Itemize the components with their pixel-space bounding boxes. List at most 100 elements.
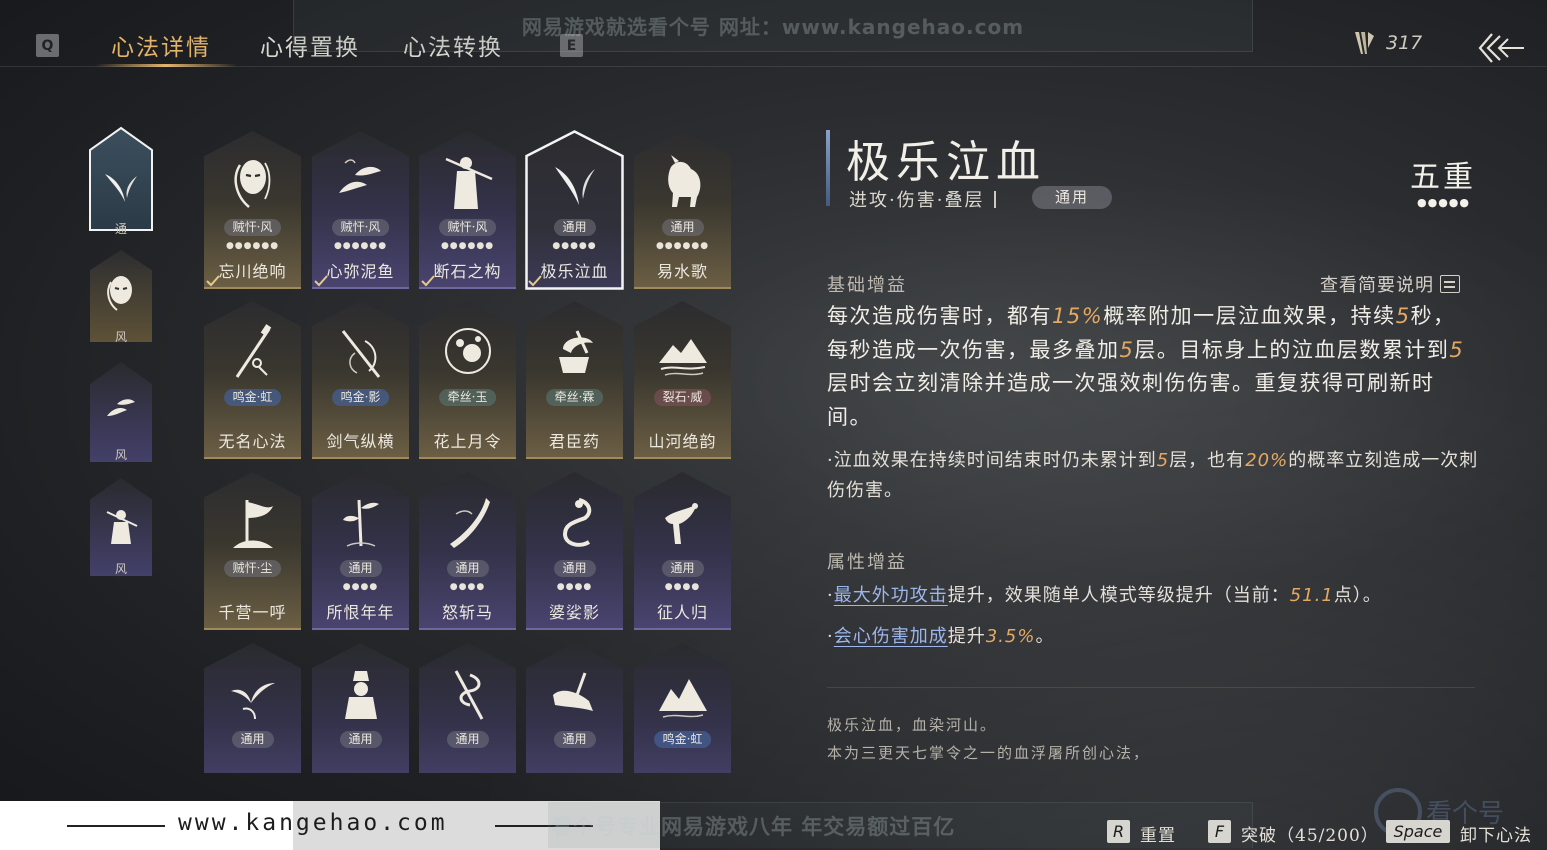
side-slot-label: 通 xyxy=(114,222,127,236)
skill-title: 极乐泣血 xyxy=(846,137,1046,188)
skill-card[interactable]: 通用 xyxy=(526,643,623,773)
card-name: 千营一呼 xyxy=(218,603,287,622)
skill-card[interactable]: 牵丝·玉 花上月令 xyxy=(419,301,516,459)
back-arrow-icon[interactable] xyxy=(1478,30,1526,66)
white-horse-icon xyxy=(668,155,701,207)
attribute-line-2: ·会心伤害加成提升3.5%。 xyxy=(827,622,1054,648)
attr-text: 提升 xyxy=(947,626,986,647)
side-slot-3[interactable]: 风 xyxy=(90,362,152,462)
side-slot-4[interactable]: 风 xyxy=(90,478,152,576)
card-faction-tag: 通用 xyxy=(339,731,382,748)
key-hint-r[interactable]: R xyxy=(1107,820,1130,843)
skill-card[interactable]: 通用 ●●●● 征人归 xyxy=(634,472,731,630)
sub-highlight: 20% xyxy=(1245,450,1289,471)
side-slot-2[interactable]: 风 xyxy=(90,250,152,344)
attr-text: 。 xyxy=(1035,626,1055,647)
attribute-bonus-heading: 属性增益 xyxy=(827,552,907,573)
main-description: 每次造成伤害时，都有15%概率附加一层泣血效果，持续5秒，每秒造成一次伤害，最多… xyxy=(827,300,1477,434)
desc-text: 层。目标身上的泣血层数累计到 xyxy=(1134,337,1450,362)
card-rank-dots: ●●●● xyxy=(664,582,701,592)
swallow-glyph-icon xyxy=(555,167,595,205)
card-name: 婆娑影 xyxy=(548,603,600,622)
key-hint-f[interactable]: F xyxy=(1208,820,1231,843)
skill-card[interactable]: 通用 xyxy=(419,643,516,773)
equipped-check-icon xyxy=(421,275,435,287)
card-faction-tag: 贼忓·尘 xyxy=(223,560,282,577)
peaks-icon xyxy=(659,679,707,718)
card-faction-tag: 通用 xyxy=(231,731,274,748)
card-faction-tag: 通用 xyxy=(339,560,382,577)
skill-card[interactable]: 鸣金·虹 xyxy=(634,643,731,773)
swordsman-icon xyxy=(445,157,493,209)
card-faction-tag: 通用 xyxy=(446,731,489,748)
watermark-top: 网易游戏就选看个号 网址：www.kangehao.com xyxy=(293,0,1253,52)
skill-card[interactable]: 贼忓·风 ●●●●●● 忘川绝响 xyxy=(204,131,301,289)
card-faction-tag: 通用 xyxy=(553,219,596,236)
skill-card[interactable]: 贼忓·风 ●●●●●● 心弥泥鱼 xyxy=(312,131,409,289)
card-name: 易水歌 xyxy=(656,262,708,281)
reset-button[interactable]: 重置 xyxy=(1140,821,1176,846)
skill-card[interactable]: 通用 xyxy=(312,643,409,773)
card-rank-dots: ●●●●●● xyxy=(655,241,710,251)
top-divider xyxy=(0,66,1547,67)
sub-description: ·泣血效果在持续时间结束时仍未累计到5层，也有20%的概率立刻造成一次刺伤伤害。 xyxy=(827,446,1482,506)
skill-card[interactable]: 鸣金·影 剑气纵横 xyxy=(312,301,409,459)
desc-text: 层时会立刻清除并造成一次强效刺伤伤害。重复获得可刷新时间。 xyxy=(827,371,1435,429)
desc-text: 概率附加一层泣血效果，持续 xyxy=(1103,304,1396,328)
tab-skill-detail[interactable]: 心法详情 xyxy=(111,28,211,62)
key-hint-q[interactable]: Q xyxy=(36,34,59,57)
side-slot-1[interactable]: 通 xyxy=(89,126,153,236)
card-name: 剑气纵横 xyxy=(326,432,395,451)
card-faction-tag: 牵丝·霖 xyxy=(545,389,604,406)
max-attack-link[interactable]: 最大外功攻击 xyxy=(834,585,948,606)
skill-level: 五重 xyxy=(1410,160,1476,195)
tag-separator xyxy=(994,191,997,208)
swordsman-icon xyxy=(106,510,138,544)
lore-divider xyxy=(827,687,1475,688)
skill-card[interactable]: 牵丝·霖 君臣药 xyxy=(526,301,623,459)
skill-card[interactable]: 通用 ●●●● 所恨年年 xyxy=(312,472,409,630)
skill-card[interactable]: 通用 ●●●● 怒斩马 xyxy=(419,472,516,630)
card-rank-dots: ●●●● xyxy=(556,582,593,592)
card-name: 山河绝韵 xyxy=(648,432,717,451)
skill-level-dots: ●●●●● xyxy=(1417,196,1470,209)
card-name: 花上月令 xyxy=(433,432,502,451)
general-badge: 通用 xyxy=(1032,186,1112,209)
side-slot-label: 风 xyxy=(114,562,127,576)
url-decor-line xyxy=(67,825,165,827)
brief-description-link[interactable]: 查看简要说明 xyxy=(1320,271,1460,297)
skill-card[interactable]: 贼忓·尘 千营一呼 xyxy=(204,472,301,630)
equipped-check-icon xyxy=(314,275,328,287)
eagle-icon xyxy=(665,503,698,544)
desc-highlight: 5 xyxy=(1119,337,1135,362)
masked-face-icon xyxy=(107,276,132,311)
bullet: · xyxy=(827,585,834,606)
sub-highlight: 5 xyxy=(1156,450,1170,471)
breakthrough-button[interactable]: 突破（45/200） xyxy=(1241,821,1379,846)
skill-card[interactable]: 通用 xyxy=(204,643,301,773)
card-faction-tag: 通用 xyxy=(661,219,704,236)
moon-flower-icon xyxy=(445,328,491,374)
basic-bonus-heading: 基础增益 xyxy=(827,275,907,296)
side-slot-label: 风 xyxy=(114,448,127,462)
card-faction-tag: 鸣金·虹 xyxy=(223,389,282,406)
blade-icon xyxy=(450,498,490,548)
card-rank-dots: ●●●●●● xyxy=(333,241,388,251)
broken-blade-icon xyxy=(553,672,593,711)
skill-card[interactable]: 通用 ●●●● 婆娑影 xyxy=(526,472,623,630)
watermark-url: www.kangehao.com xyxy=(178,810,448,836)
skill-card[interactable]: 通用 ●●●●●● 易水歌 xyxy=(634,131,731,289)
crit-damage-link[interactable]: 会心伤害加成 xyxy=(834,626,948,647)
skill-card[interactable]: 鸣金·虹 无名心法 xyxy=(204,301,301,459)
lore-line-1: 极乐泣血，血染河山。 xyxy=(827,716,998,734)
card-rank-dots: ●●●●●● xyxy=(440,241,495,251)
skill-tags: 进攻·伤害·叠层 xyxy=(849,186,1010,212)
skill-card[interactable]: 贼忓·风 ●●●●●● 断石之构 xyxy=(419,131,516,289)
unload-skill-button[interactable]: 卸下心法 xyxy=(1460,821,1532,846)
card-name: 无名心法 xyxy=(218,432,287,451)
sub-text: 层，也有 xyxy=(1169,450,1246,471)
skill-card-selected[interactable]: 通用 ●●●●● 极乐泣血 xyxy=(525,130,624,290)
key-hint-space[interactable]: Space xyxy=(1386,820,1450,843)
card-faction-tag: 贼忓·风 xyxy=(331,219,390,236)
skill-card[interactable]: 裂石·威 山河绝韵 xyxy=(634,301,731,459)
